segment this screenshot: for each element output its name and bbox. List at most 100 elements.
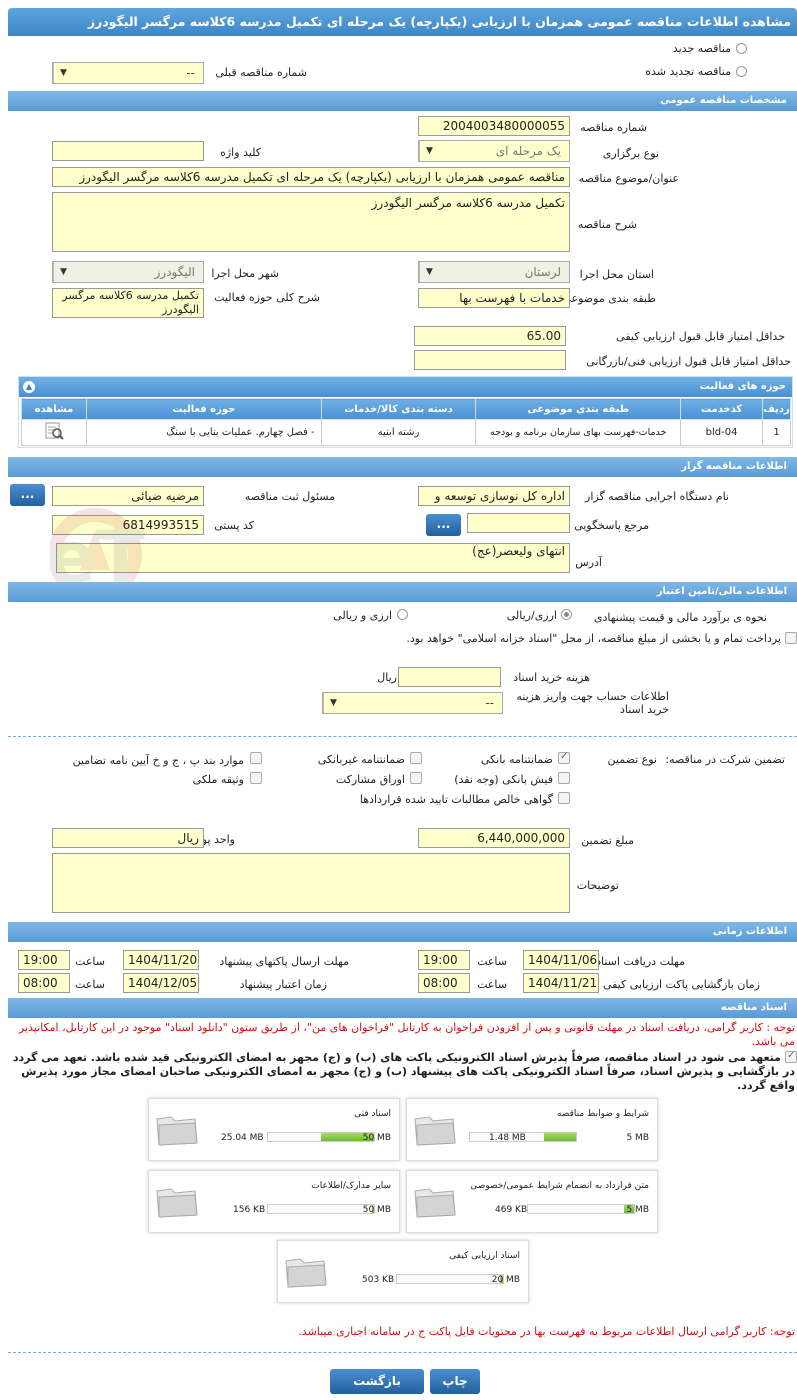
subject-field[interactable]: مناقصه عمومی همزمان با ارزیابی (یکپارچه)… — [52, 167, 570, 187]
city-select[interactable]: الیگودرز ▼ — [52, 261, 204, 283]
finance-section-header: اطلاعات مالی/تامین اعتبار — [8, 582, 797, 602]
send-time-field[interactable]: 19:00 — [18, 950, 70, 970]
description-field[interactable]: تکمیل مدرسه 6کلاسه مرگسر الیگودرز — [52, 192, 570, 252]
notes-label: توضیحات — [576, 879, 619, 892]
tender-type-select[interactable]: یک مرحله ای ▼ — [418, 140, 570, 162]
radio-currency-rial[interactable] — [397, 609, 408, 620]
print-button[interactable]: چاپ — [430, 1369, 480, 1394]
account-select[interactable]: -- ▼ — [322, 692, 503, 714]
file-current-size: 25.04 MB — [221, 1133, 264, 1143]
file-usage-bar — [267, 1204, 375, 1214]
account-label: اطلاعات حساب جهت واریز هزینه خرید اسناد — [516, 690, 669, 716]
property-label: وثیقه ملکی — [192, 773, 244, 786]
keyword-field[interactable] — [52, 141, 204, 161]
agency-label: نام دستگاه اجرایی مناقصه گزار — [585, 490, 729, 503]
checkbox-nonbank-guarantee[interactable] — [410, 752, 422, 764]
activities-panel: حوزه های فعالیت ▲ ردیف کدخدمت طبقه بندی … — [18, 376, 793, 448]
postal-code-label: کد پستی — [214, 519, 254, 532]
price-list-note: توجه: کاربر گرامی ارسال اطلاعات مربوط به… — [298, 1325, 795, 1338]
receive-time-field[interactable]: 19:00 — [418, 950, 470, 970]
postal-code-field[interactable]: 6814993515 — [52, 515, 204, 535]
checkbox-other-guarantee[interactable] — [250, 752, 262, 764]
category-field[interactable]: خدمات با فهرست بها — [418, 288, 570, 308]
reference-label: مرجع پاسخگویی — [574, 519, 649, 532]
checkbox-bonds[interactable] — [410, 772, 422, 784]
agency-field[interactable]: اداره کل نوسازی توسعه و — [418, 486, 570, 506]
file-max-size: 5 MB — [626, 1205, 649, 1215]
guarantee-label: تضمین شرکت در مناقصه: — [665, 753, 785, 766]
checkbox-claims-certificate[interactable] — [558, 792, 570, 804]
row-code: bld-04 — [680, 419, 764, 446]
activities-table: ردیف کدخدمت طبقه بندی موضوعی دسته بندی ک… — [21, 398, 791, 446]
view-icon[interactable] — [21, 419, 87, 446]
valid-time-field[interactable]: 08:00 — [18, 973, 70, 993]
general-section-header: مشخصات مناقصه عمومی — [8, 91, 797, 111]
subject-label: عنوان/موضوع مناقصه — [578, 172, 679, 185]
radio-new-tender[interactable] — [736, 43, 747, 54]
open-time-label: ساعت — [477, 978, 507, 991]
address-field[interactable]: انتهای ولیعصر(عج) — [56, 543, 570, 573]
scope-field[interactable]: تکمیل مدرسه 6کلاسه مرگسر الیگودرز — [52, 288, 204, 318]
scope-label: شرح کلی حوزه فعالیت — [214, 291, 320, 304]
min-tech-label: حداقل امتیاز قابل قبول ارزیابی فنی/بازرگ… — [586, 355, 791, 368]
nonbank-guarantee-label: ضمانتنامه غیربانکی — [317, 753, 405, 766]
divider — [8, 1352, 797, 1353]
file-max-size: 50 MB — [362, 1133, 391, 1143]
validity-label: زمان اعتبار پیشنهاد — [239, 978, 327, 991]
min-tech-field[interactable] — [414, 350, 566, 370]
row-field: - فصل چهارم. عملیات بنایی با سنگ — [86, 419, 322, 446]
file-card[interactable]: اسناد ارزیابی کیفی 20 MB 503 KB — [277, 1240, 529, 1303]
receive-time-label: ساعت — [477, 955, 507, 968]
radio-currency[interactable] — [561, 609, 572, 620]
prev-number-label: شماره مناقصه قبلی — [215, 66, 307, 79]
tender-number-field[interactable]: 2004003480000055 — [418, 116, 570, 136]
back-button[interactable]: بازگشت — [330, 1369, 424, 1394]
file-name: اسناد ارزیابی کیفی — [449, 1251, 520, 1261]
valid-date-field[interactable]: 1404/12/05 — [123, 973, 199, 993]
file-card[interactable]: متن قرارداد به انضمام شرایط عمومی/خصوصی … — [406, 1170, 658, 1233]
col-code: کدخدمت — [680, 398, 764, 420]
send-date-field[interactable]: 1404/11/20 — [123, 950, 199, 970]
file-card[interactable]: اسناد فنی 50 MB 25.04 MB — [148, 1098, 400, 1161]
page-title: مشاهده اطلاعات مناقصه عمومی همزمان با ار… — [8, 8, 797, 36]
doc-cost-field[interactable] — [398, 667, 501, 687]
file-card[interactable]: سایر مدارک/اطلاعات 50 MB 156 KB — [148, 1170, 400, 1233]
province-select[interactable]: لرستان ▼ — [418, 261, 570, 283]
receive-date-field[interactable]: 1404/11/06 — [523, 950, 599, 970]
claims-certificate-label: گواهی خالص مطالبات تایید شده قراردادها — [359, 793, 553, 806]
registrar-lookup-button[interactable]: ... — [10, 484, 45, 506]
currency-unit-field[interactable]: ریال — [52, 828, 204, 848]
bank-guarantee-label: ضمانتنامه بانکی — [480, 753, 553, 766]
prev-number-select[interactable]: -- ▼ — [52, 62, 204, 84]
min-quality-label: حداقل امتیاز قابل قبول ارزیابی کیفی — [616, 330, 785, 343]
divider — [8, 736, 797, 737]
docs-section-header: اسناد مناقصه — [8, 998, 797, 1018]
tender-number-label: شماره مناقصه — [580, 121, 647, 134]
cash-deposit-label: فیش بانکی (وجه نقد) — [454, 773, 553, 786]
file-max-size: 50 MB — [362, 1205, 391, 1215]
province-label: استان محل اجرا — [579, 268, 654, 281]
file-max-size: 20 MB — [491, 1275, 520, 1285]
keyword-label: کلید واژه — [220, 146, 261, 159]
radio-renewed-tender[interactable] — [736, 66, 747, 77]
checkbox-bank-guarantee[interactable] — [558, 751, 570, 764]
checkbox-cash-deposit[interactable] — [558, 772, 570, 784]
min-quality-field[interactable]: 65.00 — [414, 326, 566, 346]
col-view: مشاهده — [21, 398, 87, 420]
reference-field[interactable] — [467, 513, 570, 533]
open-time-field[interactable]: 08:00 — [418, 973, 470, 993]
registrar-field[interactable]: مرضیه ضیائی — [52, 486, 204, 506]
city-label: شهر محل اجرا — [211, 267, 279, 280]
open-date-field[interactable]: 1404/11/21 — [523, 973, 599, 993]
registrar-label: مسئول ثبت مناقصه — [244, 490, 335, 503]
chevron-down-icon: ▼ — [323, 693, 343, 713]
col-index: ردیف — [762, 398, 791, 420]
collapse-icon[interactable]: ▲ — [23, 381, 35, 393]
reference-lookup-button[interactable]: ... — [426, 514, 461, 536]
notes-field[interactable] — [52, 853, 570, 913]
currency-option-label: ارزی/ریالی — [506, 609, 557, 622]
guarantee-amount-field[interactable]: 6,440,000,000 — [418, 828, 570, 848]
file-card[interactable]: شرایط و ضوابط مناقصه 5 MB 1.48 MB — [406, 1098, 658, 1161]
checkbox-property[interactable] — [250, 772, 262, 784]
file-current-size: 1.48 MB — [489, 1133, 526, 1143]
